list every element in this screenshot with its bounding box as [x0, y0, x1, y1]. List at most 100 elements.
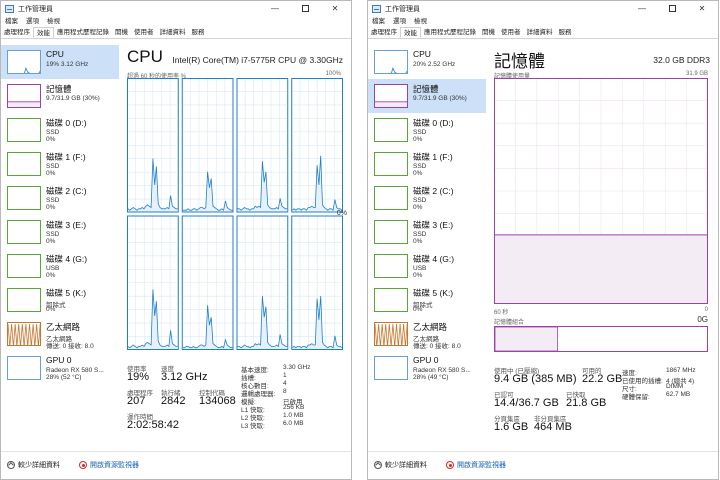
sidebar-item-disk-1[interactable]: 磁碟 1 (F:) SSD 0% — [1, 147, 119, 181]
sidebar-item-usage: 0% — [413, 204, 423, 211]
tab-performance[interactable]: 效能 — [400, 27, 421, 38]
thread-value: 2842 — [161, 395, 186, 407]
sidebar-item-cpu[interactable]: CPU 20% 2.52 GHz — [368, 45, 486, 79]
close-button[interactable]: ✕ — [323, 1, 347, 16]
sparkline-path — [375, 323, 407, 345]
cpu-core-graph — [291, 215, 343, 350]
sidebar-item-title: 磁碟 0 (D:) — [46, 118, 87, 128]
memory-thumbnail — [374, 84, 408, 108]
sidebar-item-disk-5[interactable]: 磁碟 5 (K:) 卸除式 0% — [368, 283, 486, 317]
cpu-core-graph — [127, 215, 179, 350]
tab-processes[interactable]: 處理程序 — [368, 27, 400, 38]
spec-value: 256 KB — [283, 404, 305, 411]
process-value: 207 — [127, 395, 146, 407]
tab-services[interactable]: 服務 — [556, 27, 575, 38]
sidebar-item-title: 磁碟 1 (F:) — [413, 152, 453, 162]
sidebar-item-disk-3[interactable]: 磁碟 3 (E:) SSD 0% — [1, 215, 119, 249]
tab-details[interactable]: 詳細資料 — [524, 27, 556, 38]
tab-details[interactable]: 詳細資料 — [157, 27, 189, 38]
sidebar-item-usage: 28% (52 °C) — [46, 374, 82, 381]
sidebar-item-title: 磁碟 5 (K:) — [46, 288, 87, 298]
composition-label: 記憶體組合 — [494, 320, 525, 326]
sidebar-item-detail: 9.7/31.9 GB (30%) — [413, 95, 467, 102]
tab-performance[interactable]: 效能 — [33, 27, 54, 38]
sidebar-item-disk-0[interactable]: 磁碟 0 (D:) SSD 0% — [1, 113, 119, 147]
memory-usage-graph — [494, 78, 708, 304]
sidebar-item-gpu[interactable]: GPU 0 Radeon RX 580 S... 28% (49 °C) — [368, 351, 486, 385]
sidebar-item-disk-5[interactable]: 磁碟 5 (K:) 卸除式 0% — [1, 283, 119, 317]
spec-value: 1 — [283, 372, 287, 379]
minimize-button[interactable]: — — [630, 1, 654, 16]
menu-file[interactable]: 檔案 — [1, 16, 22, 27]
open-resource-monitor-link[interactable]: 開啟資源監視器 — [79, 460, 139, 470]
sidebar-item-disk-4[interactable]: 磁碟 4 (G:) USB 0% — [368, 249, 486, 283]
sidebar-item-disk-3[interactable]: 磁碟 3 (E:) SSD 0% — [368, 215, 486, 249]
sidebar-item-disk-0[interactable]: 磁碟 0 (D:) SSD 0% — [368, 113, 486, 147]
minimize-button[interactable]: — — [263, 1, 287, 16]
tab-processes[interactable]: 處理程序 — [1, 27, 33, 38]
gpu-sparkline — [375, 357, 408, 380]
menu-view[interactable]: 檢視 — [43, 16, 64, 27]
menu-options[interactable]: 選項 — [22, 16, 43, 27]
sidebar-item-gpu[interactable]: GPU 0 Radeon RX 580 S... 28% (52 °C) — [1, 351, 119, 385]
sidebar-item-disk-2[interactable]: 磁碟 2 (C:) SSD 0% — [368, 181, 486, 215]
sidebar-item-usage: 0% — [46, 204, 56, 211]
maximize-button[interactable] — [660, 1, 684, 16]
sidebar-item-title: GPU 0 — [46, 355, 72, 365]
open-resource-monitor-link[interactable]: 開啟資源監視器 — [446, 460, 506, 470]
fewer-details-button[interactable]: 較少詳細資料 — [374, 460, 427, 470]
fewer-details-button[interactable]: 較少詳細資料 — [7, 460, 60, 470]
sidebar-item-usage: 0% — [46, 136, 56, 143]
close-button[interactable]: ✕ — [690, 1, 714, 16]
cpu-core-graph — [291, 78, 343, 213]
resource-monitor-icon — [79, 461, 87, 469]
maximize-icon — [668, 5, 676, 12]
sidebar-item-ethernet[interactable]: 乙太網路 乙太網路 傳送: 0 接收: 8.0 — [1, 317, 119, 351]
sidebar-item-cpu[interactable]: CPU 19% 3.12 GHz — [1, 45, 119, 79]
sidebar-item-usage: 0% — [46, 170, 56, 177]
zero-g-label: 0G — [697, 315, 708, 324]
sidebar-item-title: CPU — [46, 49, 64, 59]
menu-view[interactable]: 檢視 — [410, 16, 431, 27]
memory-thumbnail — [7, 84, 41, 108]
tab-users[interactable]: 使用者 — [131, 27, 157, 38]
spec-value: 8 — [283, 388, 287, 395]
cpu-core-graph — [236, 78, 289, 213]
axis-min-label: 0 — [704, 307, 708, 313]
performance-sidebar: CPU 20% 2.52 GHz 記憶體 9.7/31.9 GB (30%) 磁… — [368, 45, 486, 449]
sparkline-path — [8, 323, 40, 345]
axis-max-label: 100% — [325, 71, 341, 77]
sidebar-item-type: SSD — [46, 231, 60, 238]
disk-thumbnail — [374, 152, 408, 176]
tab-app-history[interactable]: 應用程式歷程記錄 — [54, 27, 112, 38]
tab-bar: 處理程序 效能 應用程式歷程記錄 開機 使用者 詳細資料 服務 — [368, 27, 718, 39]
gpu-thumbnail — [7, 356, 41, 380]
menu-options[interactable]: 選項 — [389, 16, 410, 27]
sidebar-item-usage: 0% — [46, 238, 56, 245]
sidebar-item-title: CPU — [413, 49, 431, 59]
disk-thumbnail — [7, 118, 41, 142]
tab-app-history[interactable]: 應用程式歷程記錄 — [421, 27, 479, 38]
menu-file[interactable]: 檔案 — [368, 16, 389, 27]
sidebar-item-disk-4[interactable]: 磁碟 4 (G:) USB 0% — [1, 249, 119, 283]
sidebar-item-disk-1[interactable]: 磁碟 1 (F:) SSD 0% — [368, 147, 486, 181]
gpu-sparkline — [8, 357, 41, 380]
time-axis-label: 60 秒 — [494, 310, 509, 316]
title-bar[interactable]: 工作管理員 — ✕ — [368, 1, 718, 16]
sidebar-item-detail: 20% 2.52 GHz — [413, 61, 456, 68]
tab-startup[interactable]: 開機 — [112, 27, 131, 38]
sidebar-item-title: 磁碟 3 (E:) — [46, 220, 87, 230]
sidebar-item-ethernet[interactable]: 乙太網路 乙太網路 傳送: 0 接收: 8.0 — [368, 317, 486, 351]
maximize-button[interactable] — [293, 1, 317, 16]
disk-thumbnail — [374, 254, 408, 278]
chevron-up-icon — [7, 461, 15, 469]
tab-services[interactable]: 服務 — [189, 27, 208, 38]
sidebar-item-usage: 0% — [46, 272, 56, 279]
tab-users[interactable]: 使用者 — [498, 27, 524, 38]
tab-startup[interactable]: 開機 — [479, 27, 498, 38]
sidebar-item-disk-2[interactable]: 磁碟 2 (C:) SSD 0% — [1, 181, 119, 215]
sidebar-item-memory[interactable]: 記憶體 9.7/31.9 GB (30%) — [368, 79, 486, 113]
memory-usage-area — [495, 234, 707, 303]
sidebar-item-memory[interactable]: 記憶體 9.7/31.9 GB (30%) — [1, 79, 119, 113]
title-bar[interactable]: 工作管理員 — ✕ — [1, 1, 351, 16]
